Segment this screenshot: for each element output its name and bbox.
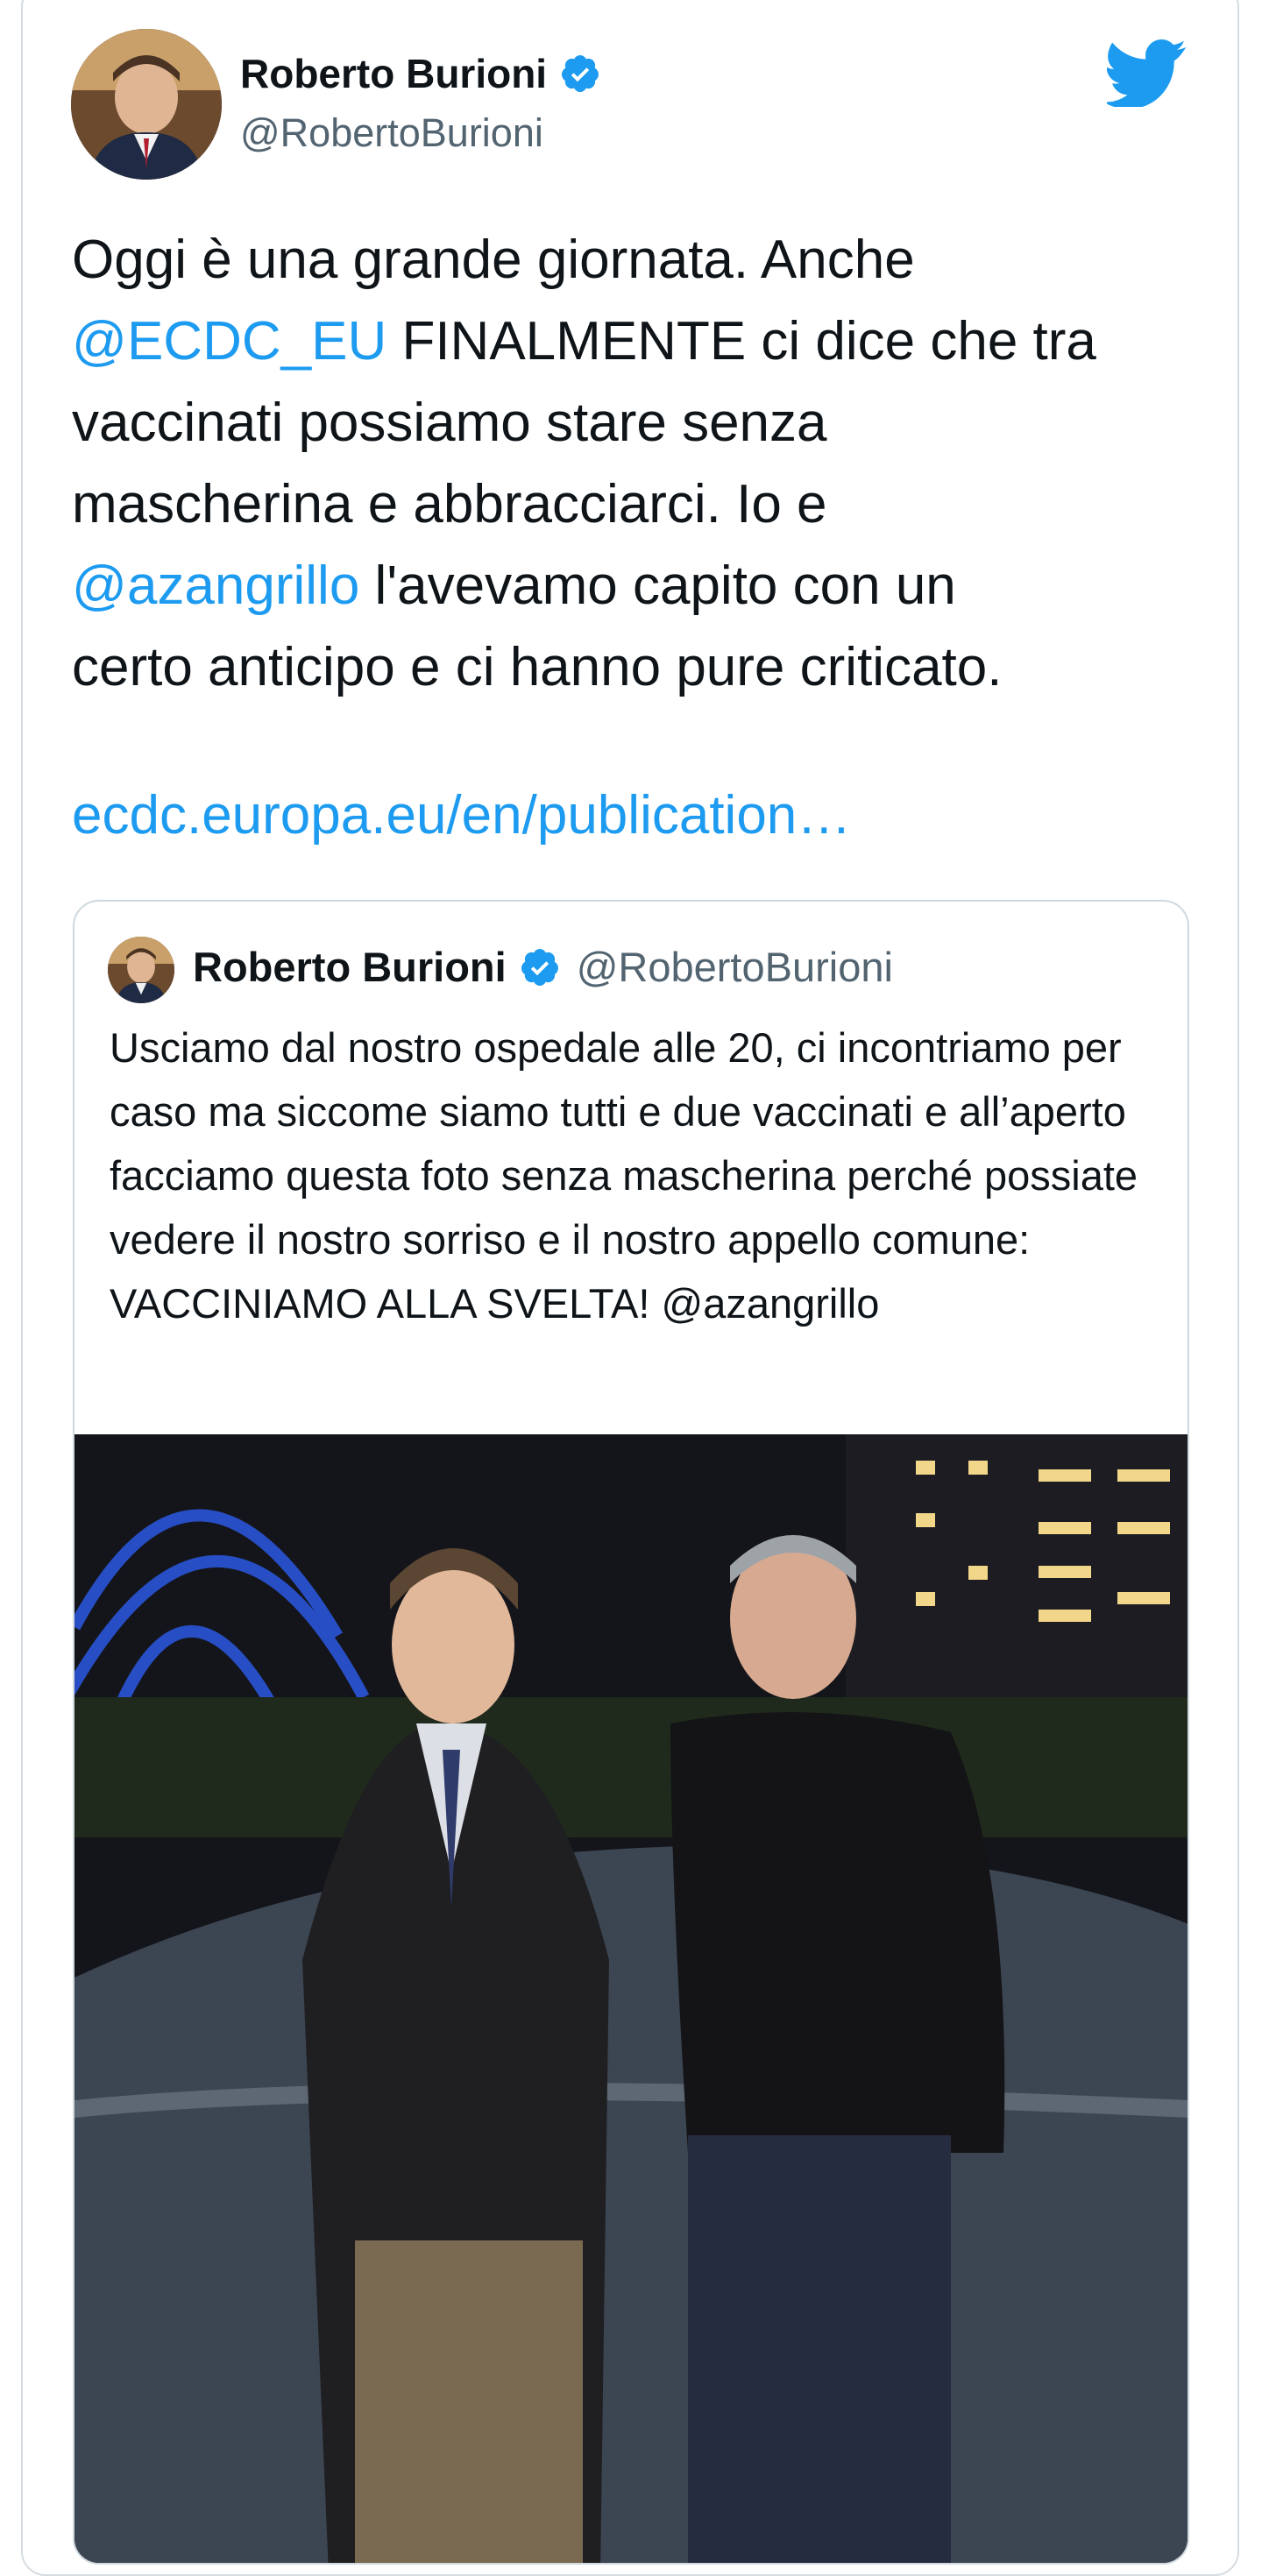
mention-azangrillo-link[interactable]: @azangrillo bbox=[72, 556, 359, 616]
external-link[interactable]: ecdc.europa.eu/en/publication… bbox=[72, 784, 851, 846]
author-name-row: Roberto Burioni bbox=[240, 50, 601, 97]
tweet-text-part1: Oggi è una grande giornata. Anche bbox=[72, 230, 915, 290]
photo-illustration bbox=[74, 1434, 1188, 2563]
quoted-tweet[interactable]: Roberto Burioni @RobertoBurioni Usciamo … bbox=[73, 900, 1189, 2565]
author-handle[interactable]: @RobertoBurioni bbox=[240, 110, 543, 156]
quoted-author-avatar[interactable] bbox=[108, 937, 174, 1003]
verified-badge-icon bbox=[562, 55, 599, 93]
twitter-bird-icon[interactable] bbox=[1107, 39, 1188, 107]
author-avatar[interactable] bbox=[71, 29, 222, 180]
author-name[interactable]: Roberto Burioni bbox=[240, 50, 547, 97]
verified-badge-icon bbox=[521, 948, 558, 986]
mention-ecdc-link[interactable]: @ECDC_EU bbox=[72, 311, 386, 372]
tweet-text: Oggi è una grande giornata. Anche @ECDC_… bbox=[72, 219, 1211, 708]
quoted-tweet-text: Usciamo dal nostro ospedale alle 20, ci … bbox=[110, 1024, 1138, 1327]
quoted-author-name[interactable]: Roberto Burioni bbox=[193, 943, 507, 991]
tweet-photo[interactable] bbox=[74, 1434, 1188, 2563]
quoted-author-handle[interactable]: @RobertoBurioni bbox=[577, 943, 893, 991]
quoted-author-row: Roberto Burioni @RobertoBurioni bbox=[193, 943, 893, 991]
